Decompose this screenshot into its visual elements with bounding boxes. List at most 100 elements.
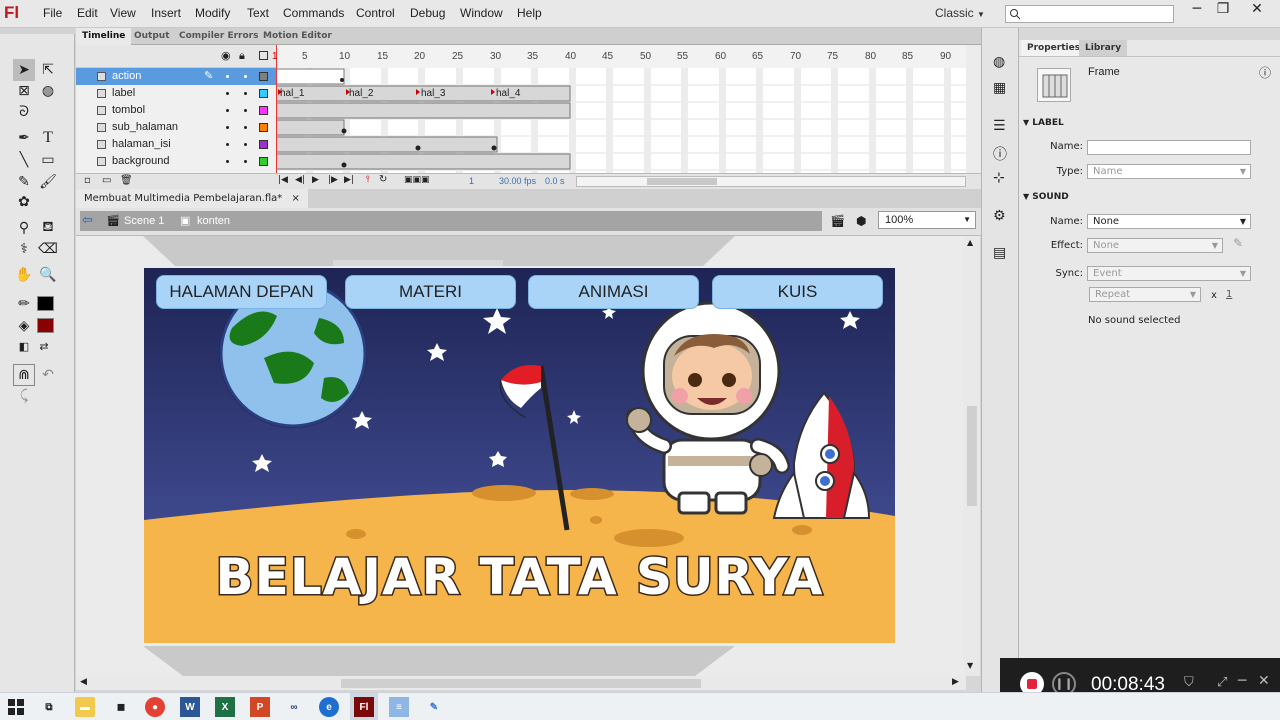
notepad-icon[interactable]: ≡: [389, 697, 409, 717]
close-button[interactable]: ✕: [1240, 0, 1274, 20]
layer-row-sub-halaman[interactable]: sub_halaman: [76, 119, 276, 136]
symbol-link[interactable]: konten: [197, 215, 230, 227]
help-search-input[interactable]: [1005, 5, 1174, 23]
menu-help[interactable]: Help: [517, 6, 542, 20]
scene-link[interactable]: Scene 1: [124, 215, 164, 227]
file-explorer-icon[interactable]: ▬: [75, 697, 95, 717]
delete-layer-icon[interactable]: 🗑: [120, 175, 133, 186]
layer-row-label[interactable]: label: [76, 85, 276, 102]
stage-hscroll[interactable]: ◀ ▶: [76, 676, 966, 690]
info-panel-icon[interactable]: ⓘ: [993, 144, 1007, 164]
transform-panel-icon[interactable]: ⊹: [993, 170, 1005, 186]
repeat-select[interactable]: Repeat ▼: [1089, 287, 1201, 302]
selection-tool-icon[interactable]: ➤: [13, 59, 35, 81]
straighten-icon[interactable]: ⤹: [13, 385, 35, 407]
menu-window[interactable]: Window: [460, 6, 503, 20]
menu-insert[interactable]: Insert: [151, 6, 181, 20]
deco-tool-icon[interactable]: ✿: [13, 191, 35, 213]
layer-color-swatch[interactable]: [259, 72, 268, 81]
new-layer-icon[interactable]: ▫: [84, 175, 91, 186]
word-icon[interactable]: W: [180, 697, 200, 717]
section-sound[interactable]: ▼ SOUND: [1023, 192, 1069, 202]
edit-symbols-icon[interactable]: ⬢: [856, 214, 866, 228]
layer-color-swatch[interactable]: [259, 123, 268, 132]
tab-library[interactable]: Library: [1079, 40, 1128, 56]
lasso-tool-icon[interactable]: ᘐ: [13, 101, 35, 123]
swap-colors-icon[interactable]: ⇄: [33, 335, 55, 357]
go-last-frame-icon[interactable]: ▶|: [344, 175, 354, 185]
center-frame-icon[interactable]: ⫯: [366, 175, 370, 185]
tab-compiler-errors[interactable]: Compiler Errors: [173, 28, 264, 45]
fill-color-icon[interactable]: ◈: [13, 315, 35, 337]
frame-name-input[interactable]: [1087, 140, 1251, 155]
current-frame[interactable]: 1: [469, 176, 474, 186]
shield-icon[interactable]: ⛉: [1184, 675, 1194, 690]
frame-rate[interactable]: 30.00 fps: [499, 176, 536, 186]
chrome-icon[interactable]: ●: [145, 697, 165, 717]
new-folder-icon[interactable]: ▭: [102, 175, 111, 186]
close-icon[interactable]: ×: [291, 193, 299, 204]
frame-ruler[interactable]: 1 5 10 15 20 25 30 35 40 45 50 55 60 65 …: [272, 48, 966, 68]
section-label[interactable]: ▼ LABEL: [1023, 118, 1064, 128]
timeline-vscroll[interactable]: [966, 45, 981, 173]
menu-commands[interactable]: Commands: [283, 6, 344, 20]
menu-debug[interactable]: Debug: [410, 6, 445, 20]
layer-row-halaman-isi[interactable]: halaman_isi: [76, 136, 276, 153]
menu-modify[interactable]: Modify: [195, 6, 230, 20]
hand-tool-icon[interactable]: ✋: [13, 264, 35, 286]
animate-icon[interactable]: Fl: [350, 693, 378, 720]
effect-select[interactable]: None ▼: [1087, 238, 1223, 253]
workspace-switcher[interactable]: Classic ▼: [935, 6, 985, 20]
windows-start-icon[interactable]: [6, 697, 26, 717]
zoom-tool-icon[interactable]: 🔍: [37, 264, 59, 286]
nav-halaman-depan-button[interactable]: HALAMAN DEPAN: [156, 275, 327, 309]
bone-tool-icon[interactable]: ⚲: [13, 217, 35, 239]
restore-button[interactable]: ❐: [1206, 0, 1240, 20]
3d-rotation-tool-icon[interactable]: ◍: [37, 80, 59, 102]
swatches-panel-icon[interactable]: ▦: [993, 80, 1006, 96]
powerpoint-icon[interactable]: P: [250, 697, 270, 717]
smooth-icon[interactable]: ↶: [37, 364, 59, 386]
layer-color-swatch[interactable]: [259, 140, 268, 149]
align-panel-icon[interactable]: ☰: [993, 118, 1006, 134]
nav-animasi-button[interactable]: ANIMASI: [528, 275, 699, 309]
go-first-frame-icon[interactable]: |◀: [278, 175, 288, 185]
minimize-icon[interactable]: ─: [1238, 673, 1246, 689]
play-icon[interactable]: ▶: [312, 175, 319, 185]
layer-row-action[interactable]: action ✎: [76, 68, 276, 85]
brush-tool-icon[interactable]: 🖌: [37, 171, 59, 193]
components-panel-icon[interactable]: ⚙: [993, 208, 1006, 224]
stroke-color-swatch[interactable]: [37, 296, 54, 311]
paint-icon[interactable]: ✎: [424, 697, 444, 717]
snap-magnet-icon[interactable]: ⋒: [13, 364, 35, 386]
edit-scene-icon[interactable]: 🎬︎: [830, 214, 845, 228]
color-panel-icon[interactable]: ◍: [993, 54, 1005, 70]
tab-properties[interactable]: Properties: [1021, 40, 1087, 56]
menu-file[interactable]: File: [43, 6, 62, 20]
tab-timeline[interactable]: Timeline: [76, 28, 132, 45]
loop-icon[interactable]: ↻: [379, 174, 387, 185]
nav-kuis-button[interactable]: KUIS: [712, 275, 883, 309]
layer-color-swatch[interactable]: [259, 157, 268, 166]
outline-icon[interactable]: [259, 51, 268, 60]
edit-envelope-icon[interactable]: ✎: [1233, 236, 1243, 250]
tab-output[interactable]: Output: [128, 28, 176, 45]
tab-motion-editor[interactable]: Motion Editor: [257, 28, 338, 45]
repeat-count[interactable]: 1: [1226, 289, 1232, 300]
rectangle-tool-icon[interactable]: ▭: [37, 149, 59, 171]
browser-icon[interactable]: e: [319, 697, 339, 717]
task-view-icon[interactable]: ⧉: [39, 697, 59, 717]
default-colors-icon[interactable]: ◧: [13, 335, 35, 357]
fill-color-swatch[interactable]: [37, 318, 54, 333]
pencil-tool-icon[interactable]: ✎: [13, 171, 35, 193]
help-icon[interactable]: ⓘ: [1259, 64, 1271, 81]
step-forward-icon[interactable]: |▶: [328, 175, 338, 185]
layer-color-swatch[interactable]: [259, 106, 268, 115]
eye-icon[interactable]: ◉: [221, 49, 231, 62]
stroke-color-icon[interactable]: ✏: [13, 293, 35, 315]
back-arrow-icon[interactable]: ⇦: [82, 213, 93, 228]
motion-presets-panel-icon[interactable]: ▤: [993, 245, 1006, 261]
sound-name-select[interactable]: None ▼: [1087, 214, 1251, 229]
subselection-tool-icon[interactable]: ⇱: [37, 59, 59, 81]
store-icon[interactable]: ◼: [111, 697, 131, 717]
